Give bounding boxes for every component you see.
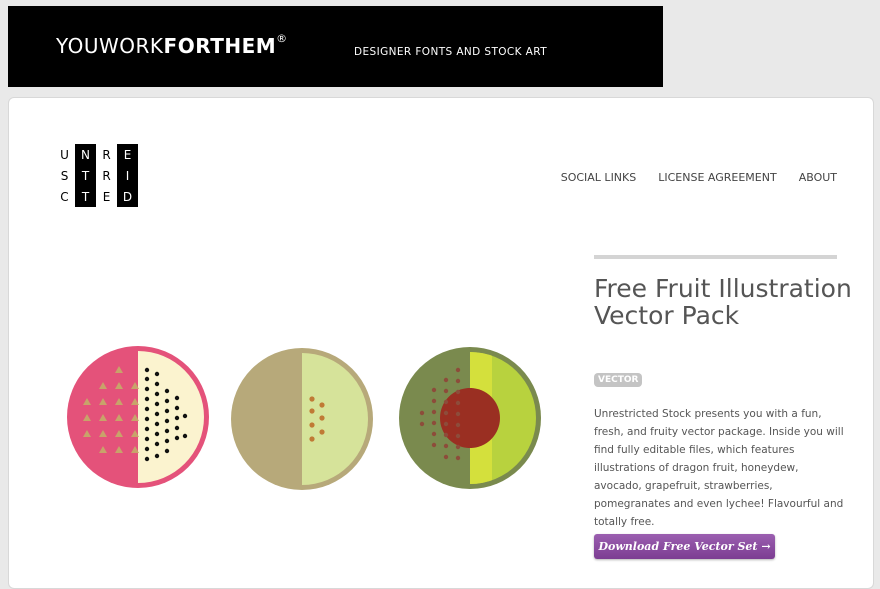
nav-about[interactable]: ABOUT	[799, 171, 837, 184]
avocado-icon	[399, 347, 541, 489]
category-badge[interactable]: VECTOR	[594, 373, 643, 387]
brand-bold-text: FORTHEM	[163, 34, 277, 58]
honeydew-icon	[231, 348, 373, 490]
article-description: Unrestricted Stock presents you with a f…	[594, 408, 844, 528]
brand-light-text: YOUWORK	[56, 34, 164, 58]
main-nav: SOCIAL LINKS LICENSE AGREEMENT ABOUT	[561, 171, 837, 184]
nav-social-links[interactable]: SOCIAL LINKS	[561, 171, 637, 184]
site-header-bar: YOUWORKFORTHEM® DESIGNER FONTS AND STOCK…	[8, 6, 663, 87]
tagline: DESIGNER FONTS AND STOCK ART	[354, 46, 548, 58]
nav-license-agreement[interactable]: LICENSE AGREEMENT	[658, 171, 776, 184]
page-title: Free Fruit Illustration Vector Pack	[594, 274, 852, 330]
dragonfruit-icon	[67, 346, 209, 488]
brand-logo[interactable]: YOUWORKFORTHEM®	[56, 32, 288, 58]
title-divider	[594, 255, 837, 259]
registered-mark: ®	[276, 32, 288, 45]
content-card: U N R E S T R I C T E D SOCIAL LINKS LIC…	[8, 97, 874, 589]
fruit-illustration	[67, 346, 541, 490]
download-button[interactable]: Download Free Vector Set →	[594, 534, 775, 559]
